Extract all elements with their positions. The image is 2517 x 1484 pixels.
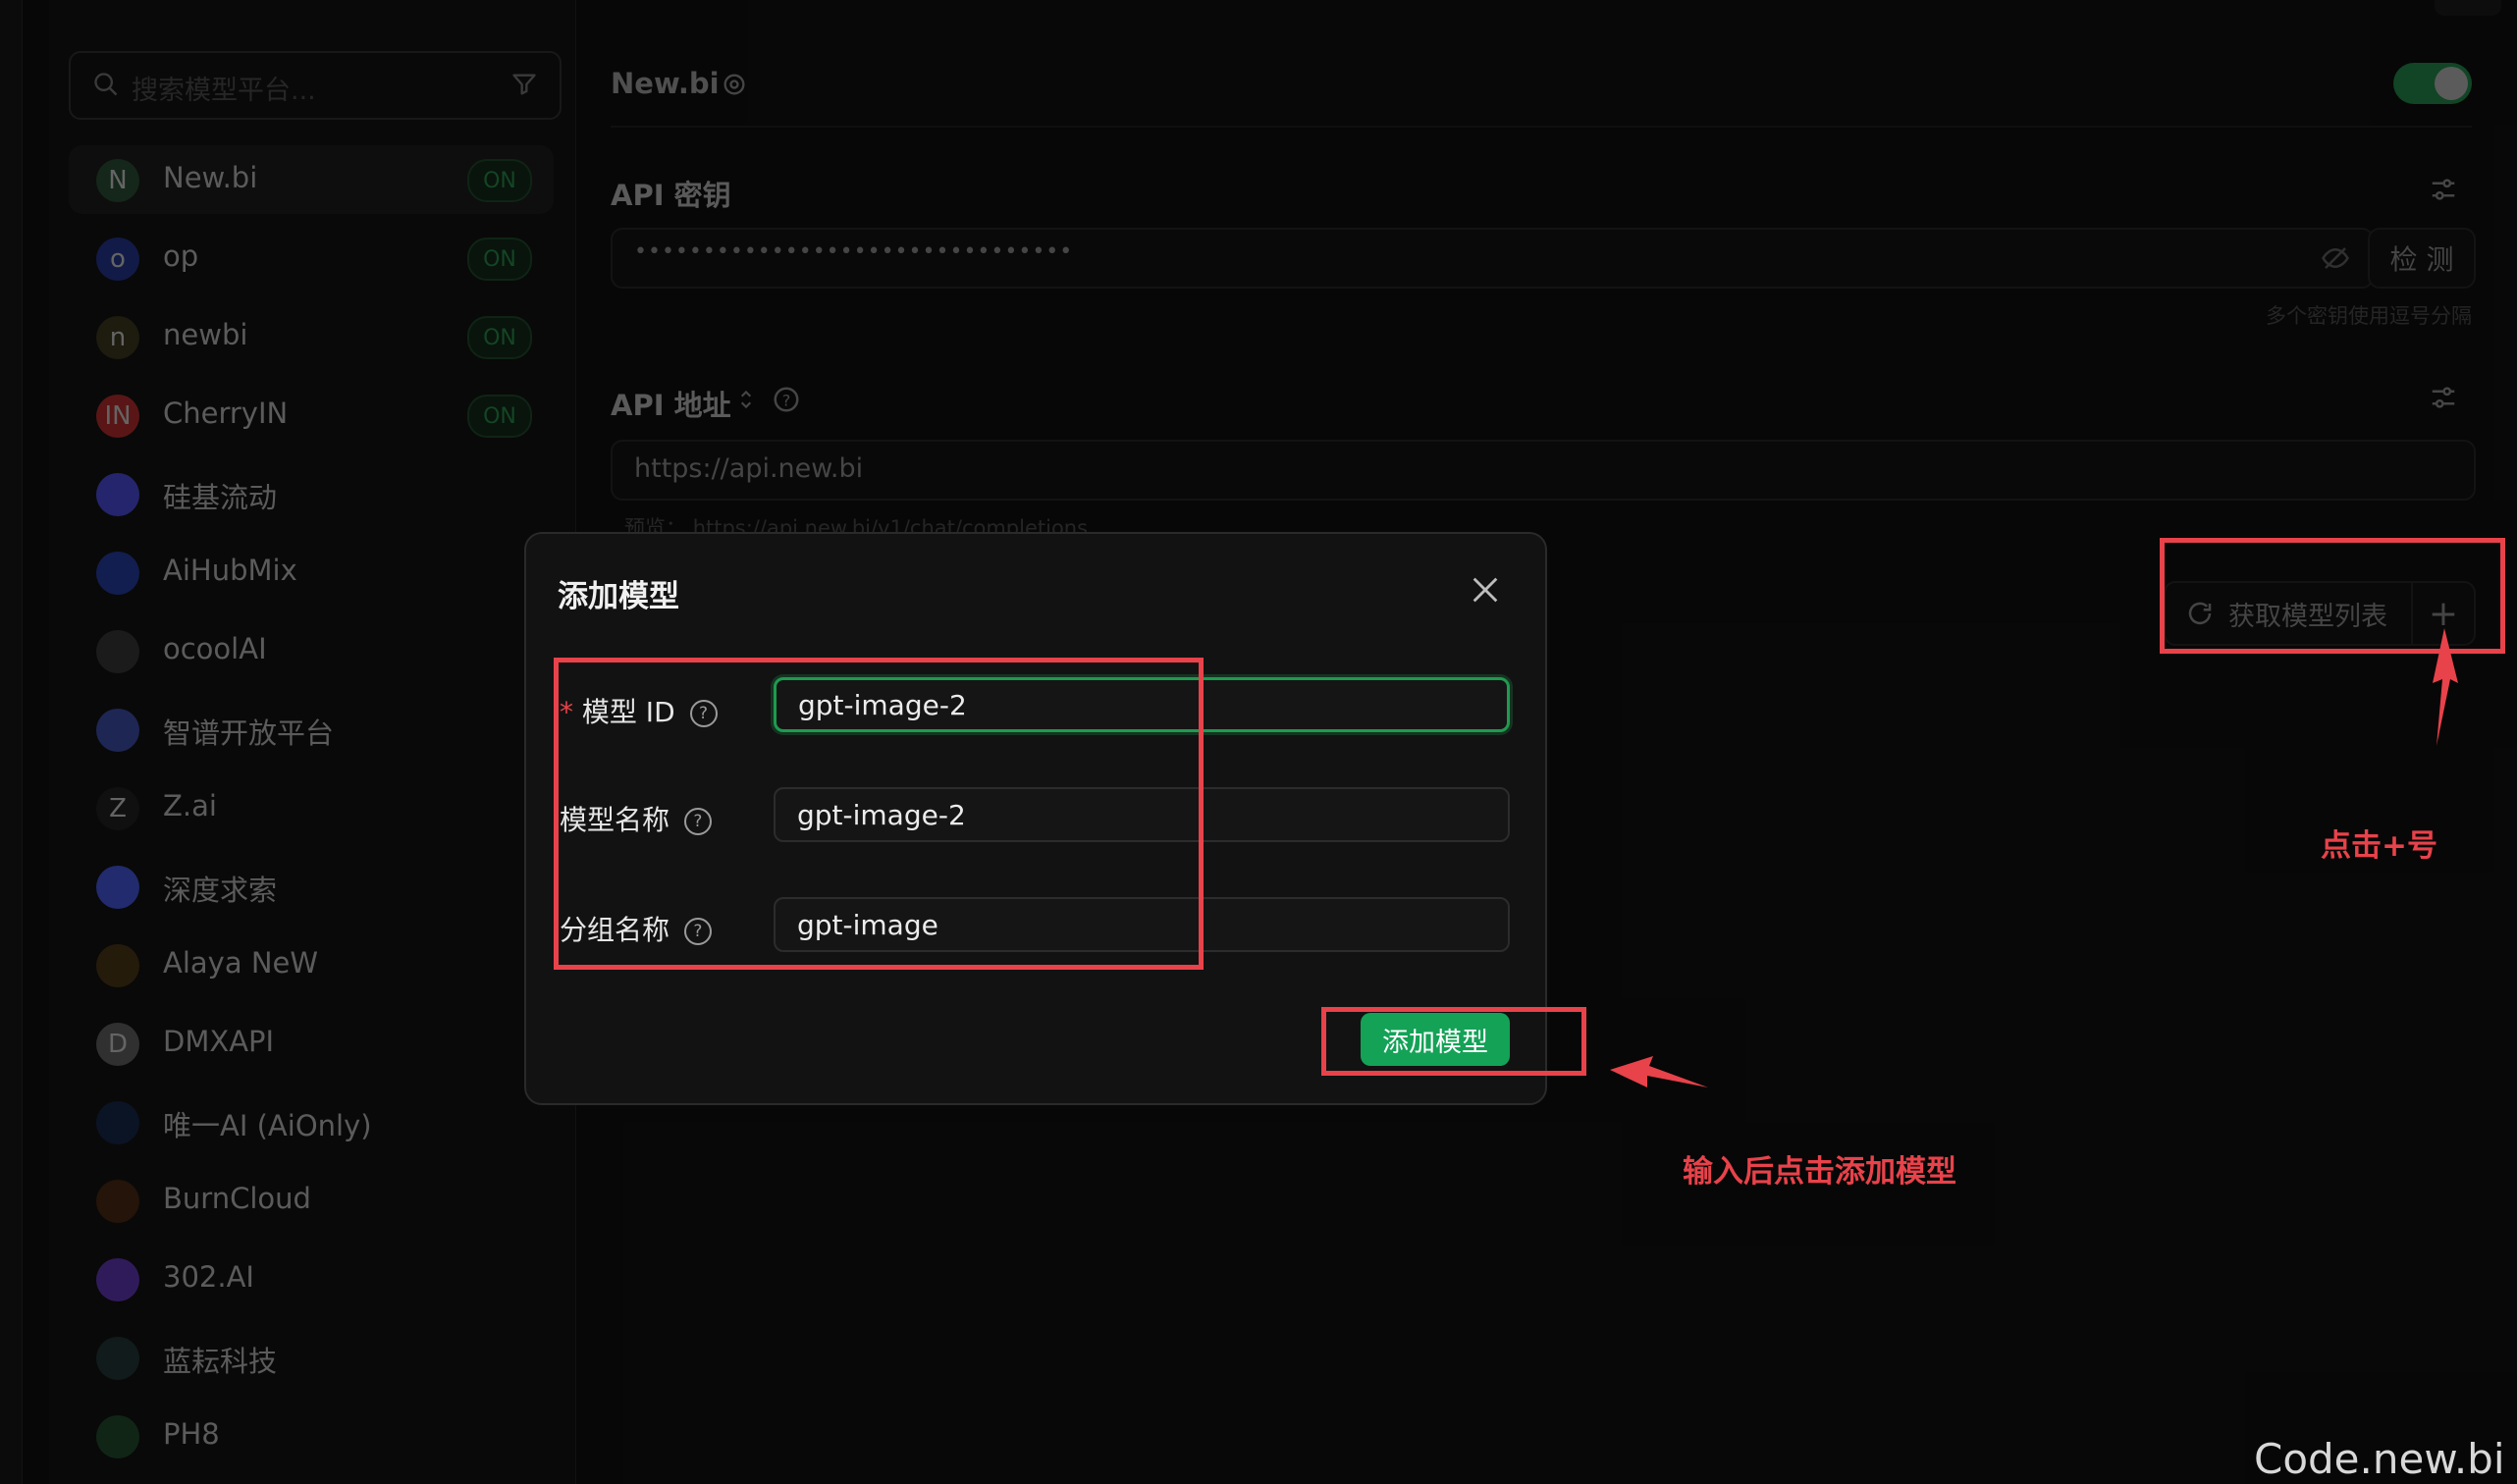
watermark: Code.new.bi: [2254, 1435, 2505, 1483]
dialog-title: 添加模型: [558, 579, 679, 614]
annotation-box-submit: [1321, 1007, 1586, 1076]
close-icon[interactable]: [1469, 573, 1502, 607]
arrow-left-icon: [1610, 1056, 1708, 1087]
annotation-click-plus: 点击+号: [2321, 828, 2437, 864]
annotation-input-then-add: 输入后点击添加模型: [1683, 1154, 1956, 1190]
annotation-box-form: [554, 658, 1204, 970]
arrow-up-icon: [2433, 628, 2458, 746]
